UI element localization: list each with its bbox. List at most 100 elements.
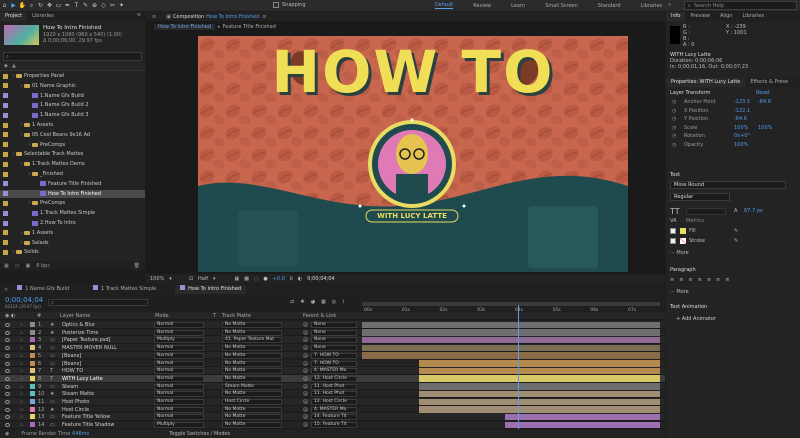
layer-duration-bar[interactable] <box>362 344 660 352</box>
blend-mode-dropdown[interactable]: Normal <box>154 322 204 328</box>
transform-value[interactable]: 100% <box>734 125 758 131</box>
visibility-eye-icon[interactable] <box>5 330 10 335</box>
rectangle-tool-icon[interactable]: ▭ <box>54 1 63 10</box>
parent-dropdown[interactable]: 12. Host Circle <box>311 375 357 382</box>
stopwatch-icon[interactable]: ◷ <box>672 116 684 122</box>
layer-duration-bar[interactable] <box>362 352 660 359</box>
project-tree-item[interactable]: › PreComps <box>0 141 145 149</box>
blend-mode-dropdown[interactable]: Normal <box>154 391 204 398</box>
bbox-handle[interactable] <box>358 204 362 208</box>
stopwatch-icon[interactable]: ◷ <box>672 108 684 114</box>
region-icon[interactable]: ▦ <box>235 276 240 282</box>
new-comp-icon[interactable]: ▣ <box>25 263 30 269</box>
playhead[interactable] <box>518 305 520 431</box>
parent-dropdown[interactable]: 4. MASTER Mo <box>311 406 357 413</box>
track-matte-dropdown[interactable]: No Matte <box>222 352 282 359</box>
label-color-chip[interactable] <box>30 375 35 381</box>
comp-flowchart-icon[interactable]: ⇄ <box>290 299 294 305</box>
visibility-eye-icon[interactable] <box>5 323 10 327</box>
tracking-value[interactable]: Metrics <box>686 218 704 224</box>
comp-menu-icon[interactable]: ≡ <box>262 14 266 20</box>
project-tree-item[interactable]: Feature Title Finished <box>0 180 145 188</box>
lock-icon[interactable]: ≡ <box>152 14 156 20</box>
camera-icon[interactable]: ⌷ <box>290 276 293 282</box>
layer-duration-bar[interactable] <box>418 383 660 390</box>
align-right-icon[interactable]: ≡ <box>688 277 692 283</box>
parent-dropdown[interactable]: None <box>311 329 357 336</box>
track-matte-dropdown[interactable]: No Matte <box>222 406 282 413</box>
delete-icon[interactable]: 🗑 <box>134 263 140 269</box>
layer-duration-bar[interactable] <box>418 375 660 382</box>
subtab-how-to-intro[interactable]: How To Intro Finished <box>154 23 216 30</box>
label-color-chip[interactable] <box>30 422 35 428</box>
channel-icon[interactable]: ● <box>263 276 267 282</box>
transform-value[interactable]: -122.1 <box>734 108 758 114</box>
parent-dropdown[interactable]: 4. MASTER Mo <box>311 368 357 375</box>
blend-mode-dropdown[interactable]: Normal <box>154 406 204 413</box>
render-icon[interactable]: ◉ <box>5 431 9 437</box>
timeline-layer-row[interactable]: ▫ 3 ▭ [Paper Texture.psd] Multiply 41. Paper … <box>0 336 665 345</box>
parent-dropdown[interactable]: 14. Feature Tit <box>311 414 357 421</box>
project-tree-item[interactable]: 1.Track Mattes Simple <box>0 209 145 217</box>
search-help-field[interactable]: ⌕ Search Help <box>684 1 797 10</box>
stopwatch-icon[interactable]: ◷ <box>672 99 684 105</box>
stopwatch-icon[interactable]: ◷ <box>672 133 684 139</box>
transform-value-2[interactable]: 100% <box>758 125 772 131</box>
layer-duration-bar[interactable] <box>418 360 660 367</box>
project-tree-item[interactable]: › 01 Name Graphic <box>0 82 145 90</box>
project-tree-item[interactable]: › 1 Assets <box>0 229 145 237</box>
align-left-icon[interactable]: ≡ <box>670 277 674 283</box>
brush-tool-icon[interactable]: ✎ <box>81 1 90 10</box>
visibility-eye-icon[interactable] <box>5 415 10 420</box>
parent-dropdown[interactable]: 11. Host Phot <box>311 383 357 390</box>
tab-properties[interactable]: Properties: WITH Lucy Latte <box>666 78 746 87</box>
parent-dropdown[interactable]: 11. Host Phot <box>311 391 357 398</box>
track-matte-dropdown[interactable]: No Matte <box>222 322 282 328</box>
timeline-layer-row[interactable]: ▫ 2 ★ Posterize Time Normal No Matte @ None <box>0 328 665 337</box>
panel-menu-icon[interactable]: ≡ <box>137 12 141 18</box>
subtab-feature-title[interactable]: Feature Title Finished <box>223 24 276 30</box>
resolution-dropdown[interactable]: Half <box>198 276 208 282</box>
graph-editor-icon[interactable]: ⌇ <box>342 299 344 305</box>
type-tool-icon[interactable]: T <box>72 1 81 10</box>
project-tree-item[interactable]: › Selectable Track Mattes <box>0 150 145 158</box>
transparency-grid-icon[interactable]: ▩ <box>244 276 249 282</box>
layer-duration-bar[interactable] <box>362 321 660 328</box>
mask-icon[interactable]: ◌ <box>254 276 258 282</box>
justify-all-icon[interactable]: ≡ <box>725 277 729 283</box>
timeline-layer-row[interactable]: ▫ 11 ▭ Host Photo Normal Host Circle @12. Host… <box>0 398 665 406</box>
stopwatch-icon[interactable]: ◷ <box>672 142 684 148</box>
project-tree-item[interactable]: 2.How To Intro <box>0 219 145 227</box>
frame-blending-icon[interactable]: ▦ <box>321 299 326 305</box>
transform-value[interactable]: 0x+0° <box>734 133 758 139</box>
workspace-tab[interactable]: Standard <box>598 3 621 9</box>
project-tree-item[interactable]: › 1 Assets <box>0 121 145 129</box>
layer-duration-bar[interactable] <box>362 336 660 344</box>
timeline-layer-row[interactable]: ▫ 12 ★ Host Circle Normal No Matte @4. MASTER … <box>0 405 665 414</box>
project-tree-item[interactable]: › PreComps <box>0 199 145 207</box>
project-tree-item[interactable]: 1.Name Gfx Build <box>0 92 145 100</box>
workspace-tab[interactable]: Review <box>473 3 491 9</box>
tab-project[interactable]: Project <box>0 12 28 21</box>
visibility-eye-icon[interactable] <box>5 361 10 366</box>
visibility-eye-icon[interactable] <box>5 346 10 351</box>
fit-icon[interactable]: ⊡ <box>189 276 193 282</box>
blend-mode-dropdown[interactable]: Normal <box>154 383 204 390</box>
color-depth-label[interactable]: 8 bpc <box>36 263 50 269</box>
bbox-handle[interactable] <box>462 204 466 208</box>
justify-right-icon[interactable]: ≡ <box>716 277 720 283</box>
project-tree-item[interactable]: 1.Name Gfx Build 2 <box>0 101 145 109</box>
clone-tool-icon[interactable]: ⊕ <box>90 1 99 10</box>
blend-mode-dropdown[interactable]: Multiply <box>154 337 204 344</box>
project-tree-item[interactable]: › Solids <box>0 248 145 256</box>
visibility-eye-icon[interactable] <box>5 369 10 374</box>
fill-swatch[interactable] <box>680 228 686 234</box>
timeline-tab[interactable]: How To Intro Finished <box>175 285 247 294</box>
stroke-checkbox[interactable] <box>670 238 676 244</box>
project-tree-item[interactable]: › Properties Panel <box>0 72 145 80</box>
shy-icon[interactable]: ◕ <box>311 299 315 305</box>
track-matte-dropdown[interactable]: No Matte <box>222 345 282 352</box>
text-more-button[interactable]: ··· More <box>670 250 689 256</box>
tab-libraries[interactable]: Libraries <box>737 12 769 21</box>
label-color-chip[interactable] <box>30 414 35 420</box>
